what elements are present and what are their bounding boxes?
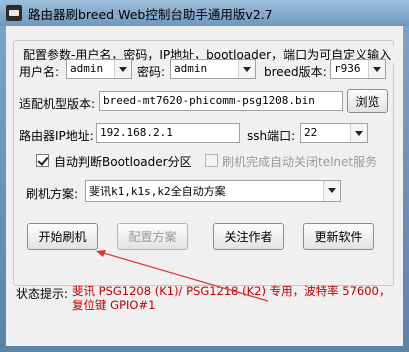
app-window: 路由器刷breed Web控制台助手通用版v2.7 配置参数-用户名，密码，IP… [0, 0, 409, 352]
annotation-arrow-icon [96, 250, 269, 302]
